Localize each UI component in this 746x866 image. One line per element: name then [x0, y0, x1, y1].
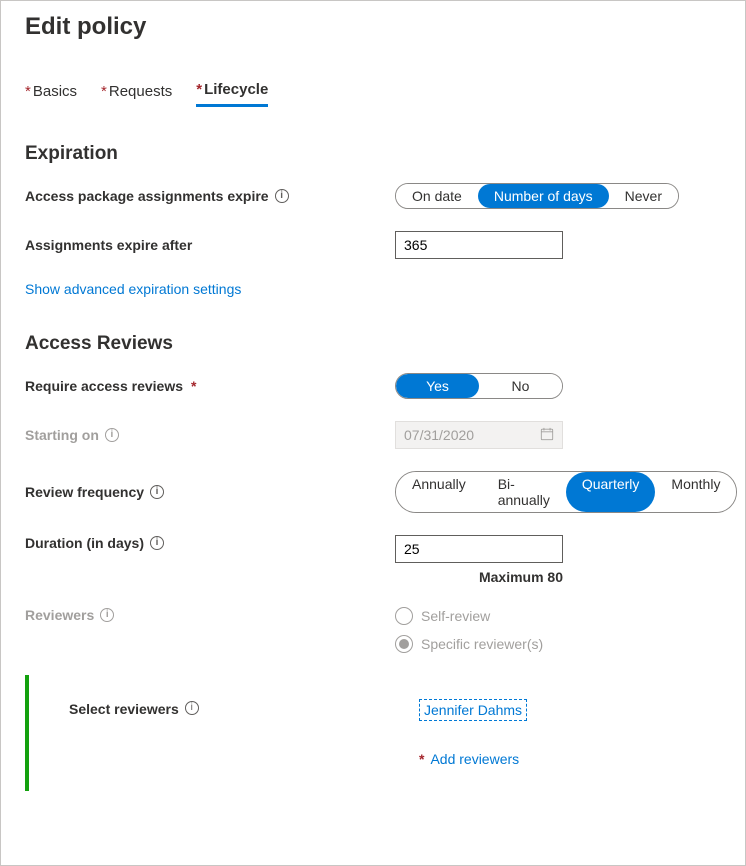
- tab-requests[interactable]: * Requests: [101, 81, 172, 107]
- expiration-header: Expiration: [25, 143, 721, 165]
- row-assignments-expire: Access package assignments expire i On d…: [25, 183, 721, 209]
- expire-mode-never[interactable]: Never: [609, 184, 678, 208]
- calendar-icon: [540, 427, 554, 444]
- label-assignments-expire: Access package assignments expire i: [25, 188, 395, 204]
- info-icon[interactable]: i: [150, 485, 164, 499]
- edit-policy-panel: Edit policy * Basics * Requests * Lifecy…: [0, 0, 746, 866]
- required-asterisk: *: [101, 83, 107, 100]
- frequency-monthly[interactable]: Monthly: [655, 472, 736, 512]
- row-expire-after: Assignments expire after: [25, 231, 721, 259]
- required-asterisk: *: [191, 378, 196, 394]
- expire-mode-group: On date Number of days Never: [395, 183, 679, 209]
- required-asterisk: *: [196, 81, 202, 98]
- require-reviews-group: Yes No: [395, 373, 563, 399]
- expire-mode-number-of-days[interactable]: Number of days: [478, 184, 609, 208]
- label-starting-on: Starting on i: [25, 427, 395, 443]
- label-duration: Duration (in days) i: [25, 535, 395, 551]
- page-title: Edit policy: [25, 13, 721, 41]
- label-expire-after: Assignments expire after: [25, 237, 395, 253]
- tab-label: Lifecycle: [204, 81, 268, 98]
- label-reviewers: Reviewers i: [25, 607, 395, 623]
- frequency-quarterly[interactable]: Quarterly: [566, 472, 656, 512]
- access-reviews-header: Access Reviews: [25, 333, 721, 355]
- row-duration: Duration (in days) i Maximum 80: [25, 535, 721, 585]
- add-reviewers-row: * Add reviewers: [419, 751, 721, 767]
- row-require-reviews: Require access reviews * Yes No: [25, 373, 721, 399]
- starting-on-input: 07/31/2020: [395, 421, 563, 449]
- duration-input[interactable]: [395, 535, 563, 563]
- reviewers-radio-group: Self-review Specific reviewer(s): [395, 607, 721, 653]
- frequency-bi-annually[interactable]: Bi-annually: [482, 472, 566, 512]
- reviewers-self-review: Self-review: [395, 607, 721, 625]
- info-icon[interactable]: i: [150, 536, 164, 550]
- info-icon[interactable]: i: [185, 701, 199, 715]
- add-reviewers-link[interactable]: Add reviewers: [430, 751, 519, 767]
- radio-icon: [395, 635, 413, 653]
- radio-icon: [395, 607, 413, 625]
- row-starting-on: Starting on i 07/31/2020: [25, 421, 721, 449]
- tab-lifecycle[interactable]: * Lifecycle: [196, 81, 268, 107]
- info-icon[interactable]: i: [275, 189, 289, 203]
- row-frequency: Review frequency i Annually Bi-annually …: [25, 471, 721, 513]
- tab-label: Basics: [33, 83, 77, 100]
- require-reviews-yes[interactable]: Yes: [396, 374, 479, 398]
- info-icon[interactable]: i: [100, 608, 114, 622]
- required-asterisk: *: [25, 83, 31, 100]
- tabs: * Basics * Requests * Lifecycle: [25, 81, 721, 107]
- label-select-reviewers: Select reviewers i: [69, 699, 419, 767]
- select-reviewers-block: Select reviewers i Jennifer Dahms * Add …: [25, 675, 721, 791]
- radio-label: Self-review: [421, 608, 490, 624]
- date-value: 07/31/2020: [404, 427, 474, 443]
- radio-label: Specific reviewer(s): [421, 636, 543, 652]
- row-reviewers: Reviewers i Self-review Specific reviewe…: [25, 607, 721, 653]
- label-require-reviews: Require access reviews *: [25, 378, 395, 394]
- frequency-group: Annually Bi-annually Quarterly Monthly: [395, 471, 737, 513]
- select-reviewers-values: Jennifer Dahms * Add reviewers: [419, 699, 721, 767]
- required-asterisk: *: [419, 751, 424, 767]
- reviewer-chip[interactable]: Jennifer Dahms: [419, 699, 527, 721]
- reviewers-specific: Specific reviewer(s): [395, 635, 721, 653]
- expire-after-input[interactable]: [395, 231, 563, 259]
- expire-mode-on-date[interactable]: On date: [396, 184, 478, 208]
- show-advanced-expiration-link[interactable]: Show advanced expiration settings: [25, 281, 241, 297]
- label-frequency: Review frequency i: [25, 484, 395, 500]
- frequency-annually[interactable]: Annually: [396, 472, 482, 512]
- tab-basics[interactable]: * Basics: [25, 81, 77, 107]
- require-reviews-no[interactable]: No: [479, 374, 562, 398]
- info-icon[interactable]: i: [105, 428, 119, 442]
- duration-hint: Maximum 80: [395, 569, 563, 585]
- tab-label: Requests: [109, 83, 172, 100]
